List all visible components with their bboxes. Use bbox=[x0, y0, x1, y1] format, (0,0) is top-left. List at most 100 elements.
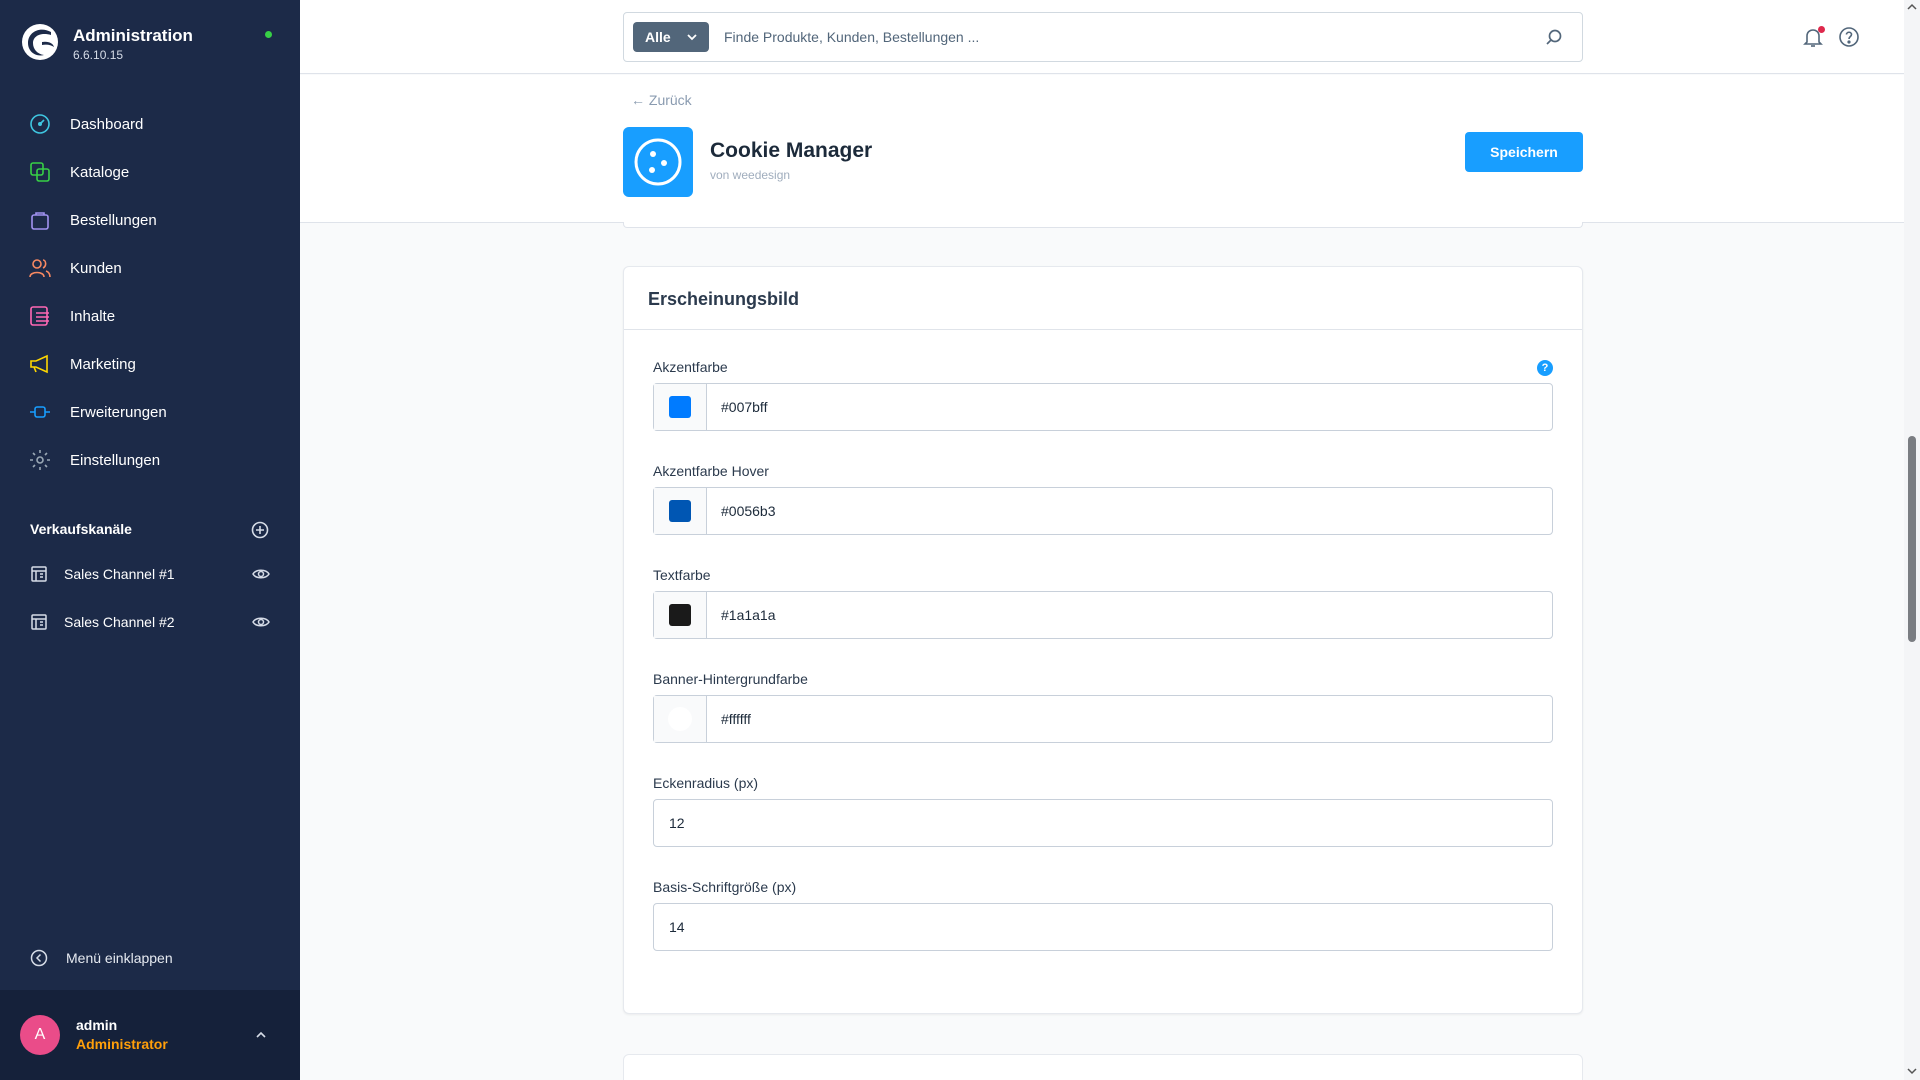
plugin-icon bbox=[28, 400, 52, 424]
base-font-size-input[interactable] bbox=[669, 904, 1539, 950]
arrow-left-icon: ← bbox=[631, 92, 645, 108]
nav-item-label: Erweiterungen bbox=[70, 403, 167, 421]
field-label-corner-radius: Eckenradius (px) bbox=[653, 775, 759, 791]
color-swatch bbox=[669, 500, 691, 522]
scroll-down-icon[interactable] bbox=[1907, 1066, 1917, 1076]
back-link[interactable]: ← Zurück bbox=[631, 92, 692, 108]
card-divider bbox=[624, 329, 1582, 330]
color-picker-button[interactable] bbox=[654, 488, 707, 534]
eye-icon[interactable] bbox=[252, 613, 270, 631]
accent-color-input[interactable] bbox=[721, 384, 1541, 430]
nav-item-label: Kunden bbox=[70, 259, 122, 277]
save-button[interactable]: Speichern bbox=[1465, 132, 1583, 172]
back-label: Zurück bbox=[648, 92, 692, 108]
status-indicator bbox=[265, 31, 272, 38]
sales-channels-title: Verkaufskanäle bbox=[30, 521, 132, 537]
user-role: Administrator bbox=[76, 1036, 168, 1052]
storefront-icon bbox=[31, 566, 47, 582]
help-icon[interactable]: ? bbox=[1537, 360, 1553, 376]
accent-color-field bbox=[653, 383, 1553, 431]
nav-item-label: Einstellungen bbox=[70, 451, 161, 469]
bag-icon bbox=[28, 208, 52, 232]
page-scrollbar[interactable] bbox=[1904, 0, 1920, 1080]
search-type-dropdown[interactable]: Alle bbox=[633, 22, 709, 52]
corner-radius-input[interactable] bbox=[669, 800, 1539, 846]
card-title: Erscheinungsbild bbox=[648, 289, 800, 309]
nav-item-kunden[interactable]: Kunden bbox=[0, 244, 300, 292]
chevron-up-icon[interactable] bbox=[254, 1028, 268, 1042]
content-icon bbox=[28, 304, 52, 328]
main-nav: Dashboard Kataloge Bestellungen Kunden I… bbox=[0, 100, 300, 484]
banner-bg-color-field bbox=[653, 695, 1553, 743]
plugin-logo bbox=[623, 127, 693, 197]
color-swatch bbox=[669, 396, 691, 418]
nav-item-label: Inhalte bbox=[70, 307, 116, 325]
top-bar: Alle bbox=[300, 0, 1904, 74]
text-color-input[interactable] bbox=[721, 592, 1541, 638]
brand: Administration 6.6.10.15 bbox=[20, 20, 280, 70]
nav-item-label: Bestellungen bbox=[70, 211, 157, 229]
color-swatch bbox=[668, 707, 692, 731]
sales-channel-label: Sales Channel #1 bbox=[64, 566, 175, 582]
chevron-down-icon bbox=[687, 34, 697, 41]
nav-item-einstellungen[interactable]: Einstellungen bbox=[0, 436, 300, 484]
nav-item-label: Kataloge bbox=[70, 163, 130, 181]
plugin-vendor: von weedesign bbox=[710, 168, 791, 182]
users-icon bbox=[28, 256, 52, 280]
base-font-size-field bbox=[653, 903, 1553, 951]
color-picker-button[interactable] bbox=[654, 696, 707, 742]
nav-item-bestellungen[interactable]: Bestellungen bbox=[0, 196, 300, 244]
chevron-left-circle-icon bbox=[30, 949, 48, 967]
notification-badge bbox=[1818, 26, 1825, 33]
banner-bg-color-input[interactable] bbox=[721, 696, 1541, 742]
global-search: Alle bbox=[623, 12, 1583, 62]
field-label-base-font-size: Basis-Schriftgröße (px) bbox=[653, 879, 797, 895]
nav-item-label: Marketing bbox=[70, 355, 136, 373]
nav-item-dashboard[interactable]: Dashboard bbox=[0, 100, 300, 148]
brand-title: Administration bbox=[73, 26, 193, 45]
accent-hover-color-field bbox=[653, 487, 1553, 535]
sales-channel-item-1[interactable]: Sales Channel #1 bbox=[0, 550, 300, 598]
nav-item-label: Dashboard bbox=[70, 115, 144, 133]
accent-hover-color-input[interactable] bbox=[721, 488, 1541, 534]
dashboard-icon bbox=[28, 112, 52, 136]
appearance-card: Erscheinungsbild ? Akzentfarbe Akzentfar… bbox=[623, 266, 1583, 1014]
scroll-up-icon[interactable] bbox=[1907, 2, 1917, 12]
nav-item-kataloge[interactable]: Kataloge bbox=[0, 148, 300, 196]
search-icon[interactable] bbox=[1545, 28, 1563, 46]
add-sales-channel-icon[interactable] bbox=[250, 520, 270, 540]
sales-channel-label: Sales Channel #2 bbox=[64, 614, 175, 630]
sales-channel-item-2[interactable]: Sales Channel #2 bbox=[0, 598, 300, 646]
eye-icon[interactable] bbox=[252, 565, 270, 583]
cookie-icon bbox=[634, 138, 682, 186]
help-icon[interactable] bbox=[1838, 26, 1860, 48]
storefront-icon bbox=[31, 614, 47, 630]
color-picker-button[interactable] bbox=[654, 592, 707, 638]
scrollbar-thumb[interactable] bbox=[1908, 436, 1916, 642]
collapse-menu-button[interactable]: Menü einklappen bbox=[0, 934, 300, 982]
search-input[interactable] bbox=[724, 23, 1524, 51]
corner-radius-field bbox=[653, 799, 1553, 847]
shopware-logo-icon bbox=[22, 24, 58, 60]
page-header: ← Zurück Cookie Manager von weedesign Sp… bbox=[300, 75, 1904, 223]
field-label-text-color: Textfarbe bbox=[653, 567, 711, 583]
field-label-accent-color: Akzentfarbe bbox=[653, 359, 728, 375]
user-name: admin bbox=[76, 1017, 118, 1033]
color-picker-button[interactable] bbox=[654, 384, 707, 430]
text-color-field bbox=[653, 591, 1553, 639]
megaphone-icon bbox=[28, 352, 52, 376]
nav-item-marketing[interactable]: Marketing bbox=[0, 340, 300, 388]
gear-icon bbox=[28, 448, 52, 472]
brand-version: 6.6.10.15 bbox=[73, 48, 124, 62]
nav-item-erweiterungen[interactable]: Erweiterungen bbox=[0, 388, 300, 436]
user-panel[interactable]: A admin Administrator bbox=[0, 990, 300, 1080]
nav-item-inhalte[interactable]: Inhalte bbox=[0, 292, 300, 340]
avatar: A bbox=[20, 1015, 60, 1055]
field-label-accent-hover-color: Akzentfarbe Hover bbox=[653, 463, 769, 479]
color-swatch bbox=[669, 604, 691, 626]
collapse-menu-label: Menü einklappen bbox=[66, 950, 173, 966]
field-label-banner-bg-color: Banner-Hintergrundfarbe bbox=[653, 671, 808, 687]
previous-card-edge bbox=[623, 222, 1583, 228]
next-card bbox=[623, 1054, 1583, 1080]
page-title: Cookie Manager bbox=[710, 139, 873, 162]
